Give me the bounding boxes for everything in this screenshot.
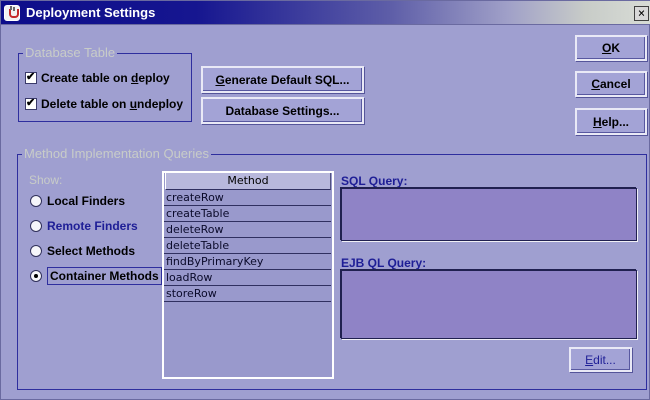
ejb-ql-query-label: EJB QL Query: bbox=[341, 256, 427, 270]
radio-empty-icon bbox=[30, 220, 42, 232]
title-bar[interactable]: Deployment Settings × bbox=[1, 1, 650, 25]
table-row[interactable]: createRow bbox=[164, 190, 331, 206]
show-label: Show: bbox=[29, 173, 63, 187]
help-button[interactable]: Help... bbox=[575, 108, 647, 135]
java-cup-icon bbox=[4, 5, 20, 21]
radio-empty-icon bbox=[30, 245, 42, 257]
radio-empty-icon bbox=[30, 195, 42, 207]
close-icon: × bbox=[637, 6, 646, 20]
table-row[interactable]: findByPrimaryKey bbox=[164, 254, 331, 270]
local-finders-label: Local Finders bbox=[47, 194, 126, 208]
checkbox-checked-icon bbox=[25, 96, 37, 110]
cancel-button[interactable]: Cancel bbox=[575, 71, 647, 97]
method-table[interactable]: Method createRow createTable deleteRow d… bbox=[162, 171, 334, 379]
window-title: Deployment Settings bbox=[26, 5, 156, 20]
table-row[interactable]: loadRow bbox=[164, 270, 331, 286]
delete-table-checkbox[interactable]: Delete table on undeploy bbox=[25, 96, 184, 111]
method-queries-title: Method Implementation Queries bbox=[22, 146, 211, 161]
remote-finders-label: Remote Finders bbox=[47, 219, 138, 233]
edit-button[interactable]: Edit... bbox=[569, 347, 632, 372]
table-row[interactable]: deleteTable bbox=[164, 238, 331, 254]
sql-query-textarea[interactable] bbox=[341, 188, 637, 241]
delete-table-label: Delete table on undeploy bbox=[41, 97, 184, 111]
database-table-title: Database Table bbox=[23, 45, 118, 60]
select-methods-label: Select Methods bbox=[47, 244, 136, 258]
close-button[interactable]: × bbox=[634, 6, 649, 21]
radio-selected-icon bbox=[30, 270, 42, 282]
ejb-ql-query-textarea[interactable] bbox=[341, 270, 637, 339]
table-row[interactable]: createTable bbox=[164, 206, 331, 222]
ok-button[interactable]: OK bbox=[575, 35, 647, 61]
local-finders-radio[interactable]: Local Finders bbox=[30, 194, 125, 208]
container-methods-radio[interactable]: Container Methods bbox=[30, 267, 162, 285]
database-settings-button[interactable]: Database Settings... bbox=[201, 97, 364, 124]
table-row[interactable]: deleteRow bbox=[164, 222, 331, 238]
sql-query-label: SQL Query: bbox=[341, 174, 408, 188]
create-table-checkbox[interactable]: Create table on deploy bbox=[25, 70, 170, 85]
remote-finders-radio[interactable]: Remote Finders bbox=[30, 219, 138, 233]
select-methods-radio[interactable]: Select Methods bbox=[30, 244, 135, 258]
table-row[interactable]: storeRow bbox=[164, 286, 331, 302]
database-table-group: Database Table bbox=[18, 45, 192, 122]
generate-default-sql-button[interactable]: Generate Default SQL... bbox=[201, 66, 364, 93]
method-column-header[interactable]: Method bbox=[165, 173, 331, 190]
deployment-settings-window: Deployment Settings × Database Table Cre… bbox=[0, 0, 650, 400]
container-methods-label: Container Methods bbox=[47, 267, 162, 285]
checkbox-checked-icon bbox=[25, 70, 37, 84]
create-table-label: Create table on deploy bbox=[41, 71, 170, 85]
